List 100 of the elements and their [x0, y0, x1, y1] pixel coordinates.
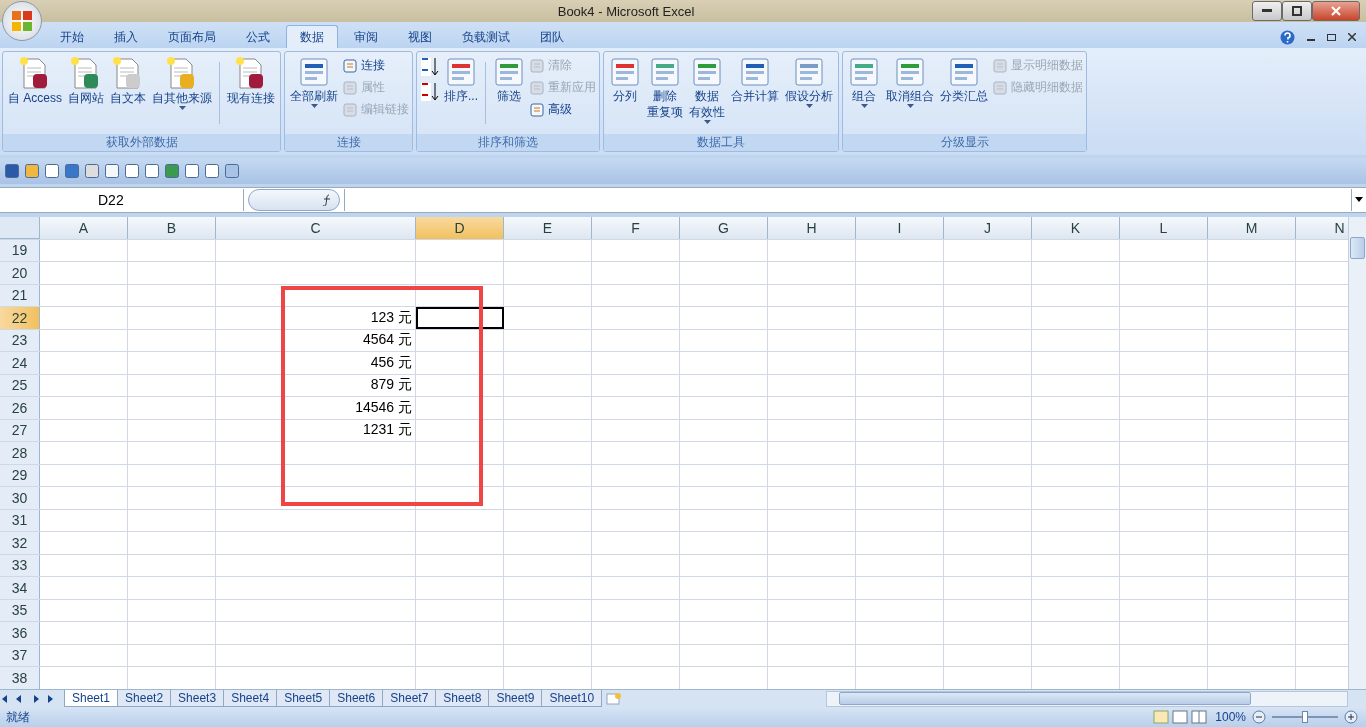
ribbon-button[interactable]: 筛选: [491, 54, 528, 106]
ribbon-button[interactable]: 合并计算: [729, 54, 782, 106]
row-header[interactable]: 27: [0, 419, 40, 441]
sheet-tab[interactable]: Sheet4: [223, 690, 278, 707]
toolbar-icon: [691, 56, 724, 88]
ribbon-button[interactable]: 现有连接: [225, 54, 277, 108]
row-header[interactable]: 36: [0, 622, 40, 644]
column-header[interactable]: J: [944, 217, 1032, 239]
row-header[interactable]: 37: [0, 644, 40, 666]
column-header[interactable]: N: [1296, 217, 1348, 239]
ribbon-button[interactable]: 组合: [846, 54, 883, 110]
toolbar-icon: [848, 56, 881, 88]
row-header[interactable]: 32: [0, 532, 40, 554]
vertical-scrollbar[interactable]: [1348, 217, 1366, 689]
row-header[interactable]: 23: [0, 329, 40, 351]
column-header[interactable]: F: [592, 217, 680, 239]
row-header[interactable]: 19: [0, 239, 40, 261]
ribbon-small-button[interactable]: 高级: [529, 100, 597, 119]
group-title: 获取外部数据: [3, 134, 280, 151]
column-header[interactable]: C: [216, 217, 416, 239]
row-header[interactable]: 24: [0, 352, 40, 374]
sheet-tab[interactable]: Sheet6: [329, 690, 384, 707]
toolbar-icon: [948, 56, 981, 88]
table-cell-text: 456 元: [369, 352, 413, 372]
sheet-tab[interactable]: Sheet10: [541, 690, 603, 707]
column-header[interactable]: D: [416, 217, 504, 239]
ribbon-button[interactable]: 假设分析: [783, 54, 836, 110]
help-icon[interactable]: [1280, 29, 1295, 45]
expand-button[interactable]: [1351, 189, 1366, 211]
small-toolbar-icon: [529, 57, 546, 74]
sheet-tab[interactable]: Sheet7: [382, 690, 437, 707]
column-header[interactable]: M: [1208, 217, 1296, 239]
ribbon-tab[interactable]: 页面布局: [154, 25, 230, 48]
row-header[interactable]: 28: [0, 442, 40, 464]
column-header[interactable]: G: [680, 217, 768, 239]
ribbon-button[interactable]: 自文本: [108, 54, 148, 108]
ribbon-button[interactable]: 自 Access: [6, 54, 64, 108]
row-header[interactable]: 26: [0, 397, 40, 419]
toolbar-icon: [493, 56, 526, 88]
ribbon-tab[interactable]: 审阅: [340, 25, 392, 48]
name-box[interactable]: D22: [0, 189, 244, 211]
ribbon-tab[interactable]: 开始: [46, 25, 98, 48]
ribbon-button[interactable]: 自网站: [66, 54, 106, 108]
sheet-tab[interactable]: Sheet2: [117, 690, 172, 707]
column-header[interactable]: H: [768, 217, 856, 239]
close-button[interactable]: [1312, 1, 1360, 21]
sheet-tab[interactable]: Sheet1: [64, 690, 119, 707]
row-header[interactable]: 31: [0, 509, 40, 531]
table-cell-text: 1231 元: [361, 420, 413, 440]
row-header[interactable]: 20: [0, 262, 40, 284]
row-header[interactable]: 30: [0, 487, 40, 509]
page-break-icon[interactable]: [1191, 710, 1208, 724]
ribbon-tab[interactable]: 插入: [100, 25, 152, 48]
row-header[interactable]: 38: [0, 667, 40, 689]
ribbon-tab[interactable]: 负载测试: [448, 25, 524, 48]
office-button[interactable]: [2, 1, 42, 41]
row-header[interactable]: 35: [0, 599, 40, 621]
function-button[interactable]: [248, 189, 340, 211]
sort-ascending-icon[interactable]: [420, 56, 440, 78]
zoom-out-icon[interactable]: [1252, 710, 1266, 724]
ribbon-tab[interactable]: 公式: [232, 25, 284, 48]
slider-thumb[interactable]: [1302, 711, 1308, 723]
column-header[interactable]: A: [40, 217, 128, 239]
minimize-button[interactable]: [1252, 1, 1282, 21]
ribbon-small-button[interactable]: 连接: [342, 56, 409, 75]
row-header[interactable]: 34: [0, 577, 40, 599]
restore-button[interactable]: [1282, 1, 1312, 21]
ribbon-button[interactable]: 排序...: [442, 54, 481, 106]
row-header[interactable]: 21: [0, 284, 40, 306]
close-icon[interactable]: [1348, 33, 1356, 41]
ribbon-button[interactable]: 分列: [607, 54, 644, 106]
column-header[interactable]: B: [128, 217, 216, 239]
ribbon-button[interactable]: 删除 重复项: [645, 54, 686, 122]
ribbon-button[interactable]: 自其他来源: [150, 54, 214, 112]
ribbon-tab[interactable]: 视图: [394, 25, 446, 48]
horizontal-scrollbar[interactable]: [826, 690, 1348, 707]
sheet-tab[interactable]: Sheet5: [276, 690, 331, 707]
sort-descending-icon[interactable]: [420, 81, 440, 103]
row-header[interactable]: 22: [0, 307, 40, 329]
row-header[interactable]: 25: [0, 374, 40, 396]
ribbon-button[interactable]: 取消组合: [884, 54, 937, 110]
column-header[interactable]: E: [504, 217, 592, 239]
active-cell[interactable]: [416, 307, 504, 329]
sheet-tab[interactable]: Sheet3: [170, 690, 225, 707]
ribbon-tab[interactable]: 数据: [286, 25, 338, 48]
column-header[interactable]: I: [856, 217, 944, 239]
zoom-in-icon[interactable]: [1344, 710, 1358, 724]
ribbon-button[interactable]: 分类汇总: [938, 54, 991, 106]
sheet-tab[interactable]: Sheet8: [435, 690, 490, 707]
ribbon-button[interactable]: 数据 有效性: [687, 54, 728, 126]
column-header[interactable]: K: [1032, 217, 1120, 239]
toolbar-icon: [445, 56, 477, 88]
column-header[interactable]: L: [1120, 217, 1208, 239]
row-header[interactable]: 29: [0, 464, 40, 486]
restore-icon[interactable]: [1327, 33, 1336, 41]
ribbon-button[interactable]: 全部刷新: [288, 54, 340, 110]
ribbon-tab[interactable]: 团队: [526, 25, 578, 48]
row-header[interactable]: 33: [0, 554, 40, 576]
page-layout-icon[interactable]: [1172, 710, 1189, 724]
sheet-tab[interactable]: Sheet9: [488, 690, 543, 707]
